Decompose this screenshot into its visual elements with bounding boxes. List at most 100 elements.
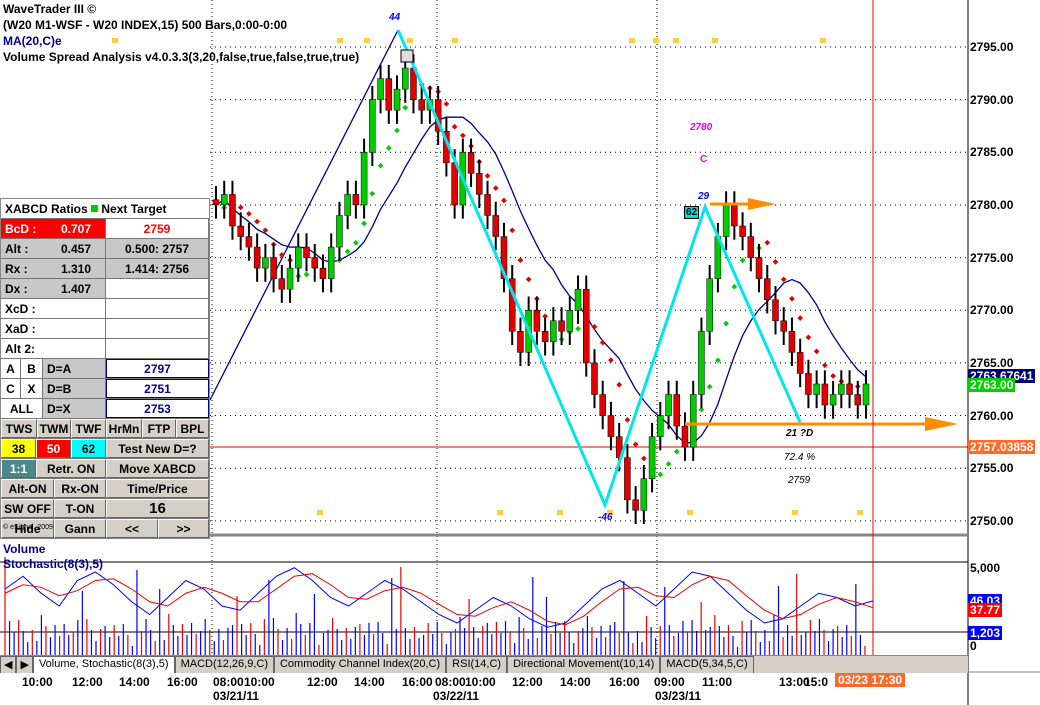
time-tick: 14:00 xyxy=(119,675,150,689)
indicator-tab[interactable]: MACD(5,34,5,C) xyxy=(660,656,754,673)
candle-body xyxy=(657,415,664,437)
candle-body xyxy=(303,246,310,258)
vsa-marker xyxy=(792,510,798,515)
candle-body xyxy=(599,394,606,416)
gann-button[interactable]: Gann xyxy=(54,519,106,538)
green-square-icon xyxy=(91,205,99,212)
xabcd-title: XABCD Ratios xyxy=(5,201,88,216)
time-tick: 10:00 xyxy=(22,675,53,689)
ratio-value: 1.407 xyxy=(60,281,91,296)
t-on-button[interactable]: T-ON xyxy=(54,499,106,518)
fib-38-button[interactable]: 38 xyxy=(1,439,36,458)
vsa-label: Volume Spread Analysis v4.0.3.3(3,20,fal… xyxy=(3,50,360,64)
candle-body xyxy=(311,257,318,269)
twm-button[interactable]: TWM xyxy=(37,419,71,438)
time-tick: 14:00 xyxy=(560,675,591,689)
print-icon xyxy=(400,49,414,63)
stoch-d-badge: 37.77 xyxy=(968,603,1003,617)
time-tick: 16:00 xyxy=(167,675,198,689)
candle-body xyxy=(706,278,713,332)
d-label: D=A xyxy=(43,359,106,378)
rx-on-button[interactable]: Rx-ON xyxy=(54,479,106,498)
time-tick: 08:00 xyxy=(435,675,466,689)
ratio-1-1-button[interactable]: 1:1 xyxy=(1,459,36,478)
scroll-left-button[interactable]: ◀ xyxy=(0,656,17,673)
fib-62-button[interactable]: 62 xyxy=(71,439,106,458)
ratio-row: BcD : 0.707 2759 xyxy=(1,219,209,239)
price-tick: 2795.00 xyxy=(970,40,1014,54)
candle-body xyxy=(451,162,458,206)
candle-body xyxy=(788,331,796,353)
tws-button[interactable]: TWS xyxy=(1,419,37,438)
candle-body xyxy=(550,320,557,343)
candle-body xyxy=(673,394,681,427)
ratio-row: Dx : 1.407 xyxy=(1,279,209,299)
vsa-marker xyxy=(857,510,863,515)
test-new-d-button[interactable]: Test New D=? xyxy=(106,439,209,458)
candle-body xyxy=(805,373,812,395)
candle-body xyxy=(838,383,845,395)
twf-button[interactable]: TWF xyxy=(71,419,106,438)
time-tick: 15:0 xyxy=(804,675,829,689)
candle-body xyxy=(591,362,598,395)
candle-body xyxy=(755,257,763,279)
xabcd-panel: XABCD Ratios Next Target BcD :0.707 2759 A… xyxy=(0,198,210,539)
sw-off-button[interactable]: SW OFF xyxy=(1,499,54,518)
time-tick: 08:00 xyxy=(213,675,244,689)
price-tick: 2770.00 xyxy=(970,303,1014,318)
point-toggle-x[interactable]: X xyxy=(21,379,43,398)
candle-body xyxy=(533,310,541,332)
prev-button[interactable]: << xyxy=(106,519,158,538)
next-target-title: Next Target xyxy=(101,201,167,216)
time-price-button[interactable]: Time/Price xyxy=(106,479,209,498)
cursor-time-badge: 03/23 17:30 xyxy=(835,673,906,687)
ratio-value: 0.457 xyxy=(60,241,91,256)
next-button[interactable]: >> xyxy=(158,519,209,538)
ratio-row: Rx : 1.310 1.414: 2756 xyxy=(1,259,209,279)
candle-body xyxy=(492,215,499,237)
ftp-button[interactable]: FTP xyxy=(142,419,176,438)
move-xabcd-button[interactable]: Move XABCD xyxy=(106,459,209,478)
volume-tick-5000: 5,000 xyxy=(970,561,1001,575)
indicator-tab[interactable]: MACD(12,26,9,C) xyxy=(174,656,274,673)
time-tick: 10:00 xyxy=(244,675,275,689)
candle-body xyxy=(813,383,820,395)
d-value: 2753 xyxy=(106,399,209,418)
price-tick: 2760.00 xyxy=(970,408,1014,423)
d-label: D=X xyxy=(43,399,106,418)
fib-50-button[interactable]: 50 xyxy=(36,439,71,458)
price-tick: 2765.00 xyxy=(970,355,1014,370)
point-x-label: 44 xyxy=(389,12,401,23)
scroll-right-button[interactable]: ▶ xyxy=(16,656,33,673)
candle-body xyxy=(262,257,269,269)
pct-label: 72.4 % xyxy=(784,452,816,463)
candle-body xyxy=(583,288,590,364)
indicator-tab[interactable]: Commodity Channel Index(20,C) xyxy=(273,656,447,673)
vsa-marker xyxy=(557,510,563,515)
indicator-tab[interactable]: Volume, Stochastic(8(3),5) xyxy=(32,656,175,673)
candle-body xyxy=(780,320,787,332)
point-toggle-c[interactable]: C xyxy=(1,379,21,398)
point-toggle-a[interactable]: A xyxy=(1,359,21,378)
candle-body xyxy=(385,78,393,111)
indicator-tab[interactable]: Directional Movement(10,14) xyxy=(507,656,661,673)
point-toggle-all[interactable]: ALL xyxy=(1,399,43,418)
retr-on-button[interactable]: Retr. ON xyxy=(36,459,106,478)
candle-body xyxy=(212,199,220,206)
candle-body xyxy=(245,236,253,248)
ratio-target xyxy=(106,299,209,318)
point-toggle-b[interactable]: B xyxy=(21,359,43,378)
vsa-marker xyxy=(653,38,659,43)
volume-label: Volume xyxy=(3,542,46,556)
ratio-target: 2759 xyxy=(106,219,209,238)
indicator-tab[interactable]: RSI(14,C) xyxy=(446,656,508,673)
candle-body xyxy=(484,194,491,216)
date-tick: 03/23/11 xyxy=(655,689,702,703)
hrmn-button[interactable]: HrMn xyxy=(106,419,142,438)
point-b-label: 29 xyxy=(698,191,710,202)
ratio-label: Rx : xyxy=(5,261,28,276)
price-tick: 2790.00 xyxy=(970,92,1014,107)
alt-on-button[interactable]: Alt-ON xyxy=(1,479,54,498)
bpl-button[interactable]: BPL xyxy=(176,419,209,438)
count-field[interactable]: 16 xyxy=(106,499,209,518)
